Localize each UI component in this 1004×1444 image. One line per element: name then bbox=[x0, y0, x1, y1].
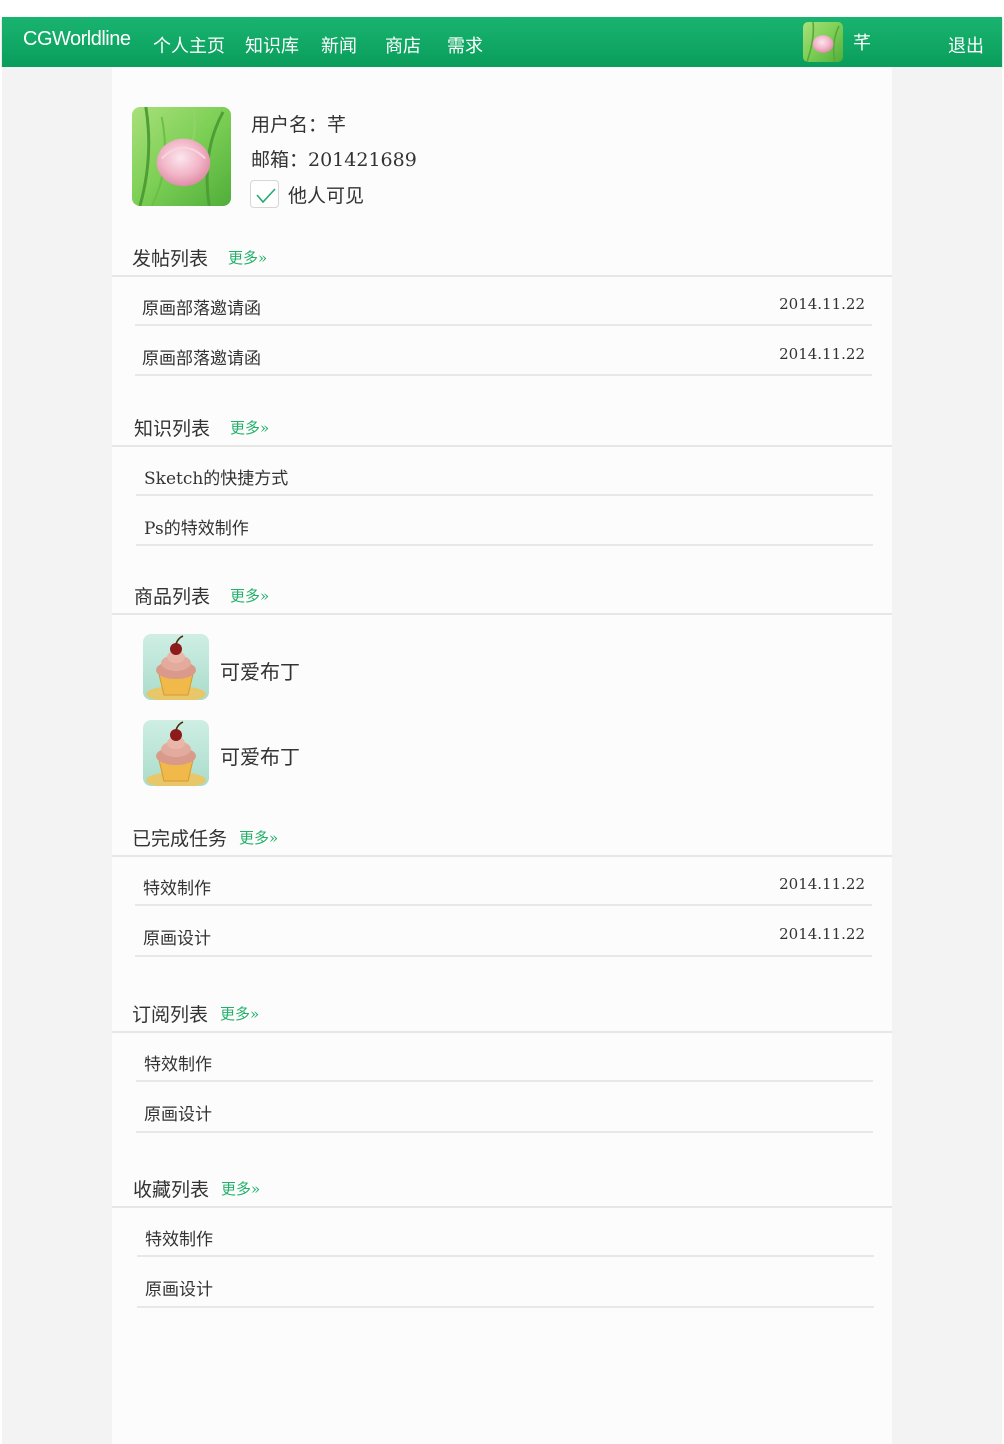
visibility-label: 他人可见 bbox=[288, 185, 365, 207]
list-item[interactable]: 特效制作 2014.11.22 bbox=[135, 874, 865, 899]
section-divider bbox=[112, 613, 892, 615]
row-divider bbox=[135, 324, 872, 326]
visibility-checkbox[interactable] bbox=[250, 180, 279, 208]
nav-username[interactable]: 芊 bbox=[853, 29, 871, 55]
task-title[interactable]: 特效制作 bbox=[143, 874, 211, 899]
post-date: 2014.11.22 bbox=[779, 345, 865, 363]
section-divider bbox=[112, 1206, 892, 1208]
post-title[interactable]: 原画部落邀请函 bbox=[142, 294, 261, 319]
profile-avatar[interactable] bbox=[132, 107, 231, 206]
more-link-favorites[interactable]: 更多» bbox=[221, 1178, 260, 1199]
row-divider bbox=[136, 1080, 873, 1082]
more-link-products[interactable]: 更多» bbox=[230, 585, 269, 606]
left-gutter bbox=[2, 67, 112, 1444]
section-divider bbox=[112, 1031, 892, 1033]
profile-email: 邮箱：201421689 bbox=[251, 149, 417, 171]
post-title[interactable]: 原画部落邀请函 bbox=[142, 344, 261, 369]
row-divider bbox=[136, 1131, 873, 1133]
more-link-subscriptions[interactable]: 更多» bbox=[220, 1003, 259, 1024]
row-divider bbox=[135, 904, 872, 906]
nav-item-demand[interactable]: 需求 bbox=[447, 32, 483, 58]
section-title-posts: 发帖列表 bbox=[132, 248, 209, 270]
task-date: 2014.11.22 bbox=[779, 875, 865, 893]
task-date: 2014.11.22 bbox=[779, 925, 865, 943]
favorite-item[interactable]: 原画设计 bbox=[145, 1275, 213, 1300]
row-divider bbox=[135, 955, 872, 957]
logout-button[interactable]: 退出 bbox=[948, 32, 984, 58]
section-title-subscriptions: 订阅列表 bbox=[132, 1004, 209, 1026]
product-image[interactable] bbox=[143, 634, 209, 700]
more-link-posts[interactable]: 更多» bbox=[228, 247, 267, 268]
right-gutter bbox=[892, 67, 1002, 1444]
row-divider bbox=[137, 1255, 874, 1257]
more-link-knowledge[interactable]: 更多» bbox=[230, 417, 269, 438]
post-date: 2014.11.22 bbox=[779, 295, 865, 313]
knowledge-item[interactable]: Sketch的快捷方式 bbox=[144, 464, 288, 489]
list-item[interactable]: 原画部落邀请函 2014.11.22 bbox=[135, 294, 865, 319]
product-name[interactable]: 可爱布丁 bbox=[220, 741, 300, 770]
brand-logo[interactable]: CGWorldline bbox=[23, 28, 131, 51]
top-nav-bar: CGWorldline 个人主页 知识库 新闻 商店 需求 芊 退出 bbox=[2, 17, 1002, 67]
nav-item-news[interactable]: 新闻 bbox=[321, 32, 357, 58]
product-image[interactable] bbox=[143, 720, 209, 786]
subscription-item[interactable]: 特效制作 bbox=[144, 1050, 212, 1075]
row-divider bbox=[136, 544, 873, 546]
section-title-products: 商品列表 bbox=[134, 586, 211, 608]
nav-item-home[interactable]: 个人主页 bbox=[153, 32, 225, 58]
row-divider bbox=[137, 1306, 874, 1308]
more-link-tasks[interactable]: 更多» bbox=[239, 827, 278, 848]
section-title-knowledge: 知识列表 bbox=[134, 418, 211, 440]
check-icon bbox=[256, 188, 276, 204]
nav-item-knowledge[interactable]: 知识库 bbox=[245, 32, 299, 58]
subscription-item[interactable]: 原画设计 bbox=[144, 1100, 212, 1125]
knowledge-item[interactable]: Ps的特效制作 bbox=[144, 514, 249, 539]
nav-item-shop[interactable]: 商店 bbox=[385, 32, 421, 58]
section-divider bbox=[112, 275, 892, 277]
avatar[interactable] bbox=[803, 22, 843, 62]
list-item[interactable]: 原画设计 2014.11.22 bbox=[135, 924, 865, 949]
list-item[interactable]: 原画部落邀请函 2014.11.22 bbox=[135, 344, 865, 369]
profile-username: 用户名：芊 bbox=[251, 114, 347, 136]
section-divider bbox=[112, 445, 892, 447]
section-divider bbox=[112, 855, 892, 857]
task-title[interactable]: 原画设计 bbox=[143, 924, 211, 949]
row-divider bbox=[136, 494, 873, 496]
product-name[interactable]: 可爱布丁 bbox=[220, 656, 300, 685]
section-title-tasks: 已完成任务 bbox=[132, 828, 228, 850]
section-title-favorites: 收藏列表 bbox=[133, 1179, 210, 1201]
row-divider bbox=[135, 374, 872, 376]
favorite-item[interactable]: 特效制作 bbox=[145, 1225, 213, 1250]
